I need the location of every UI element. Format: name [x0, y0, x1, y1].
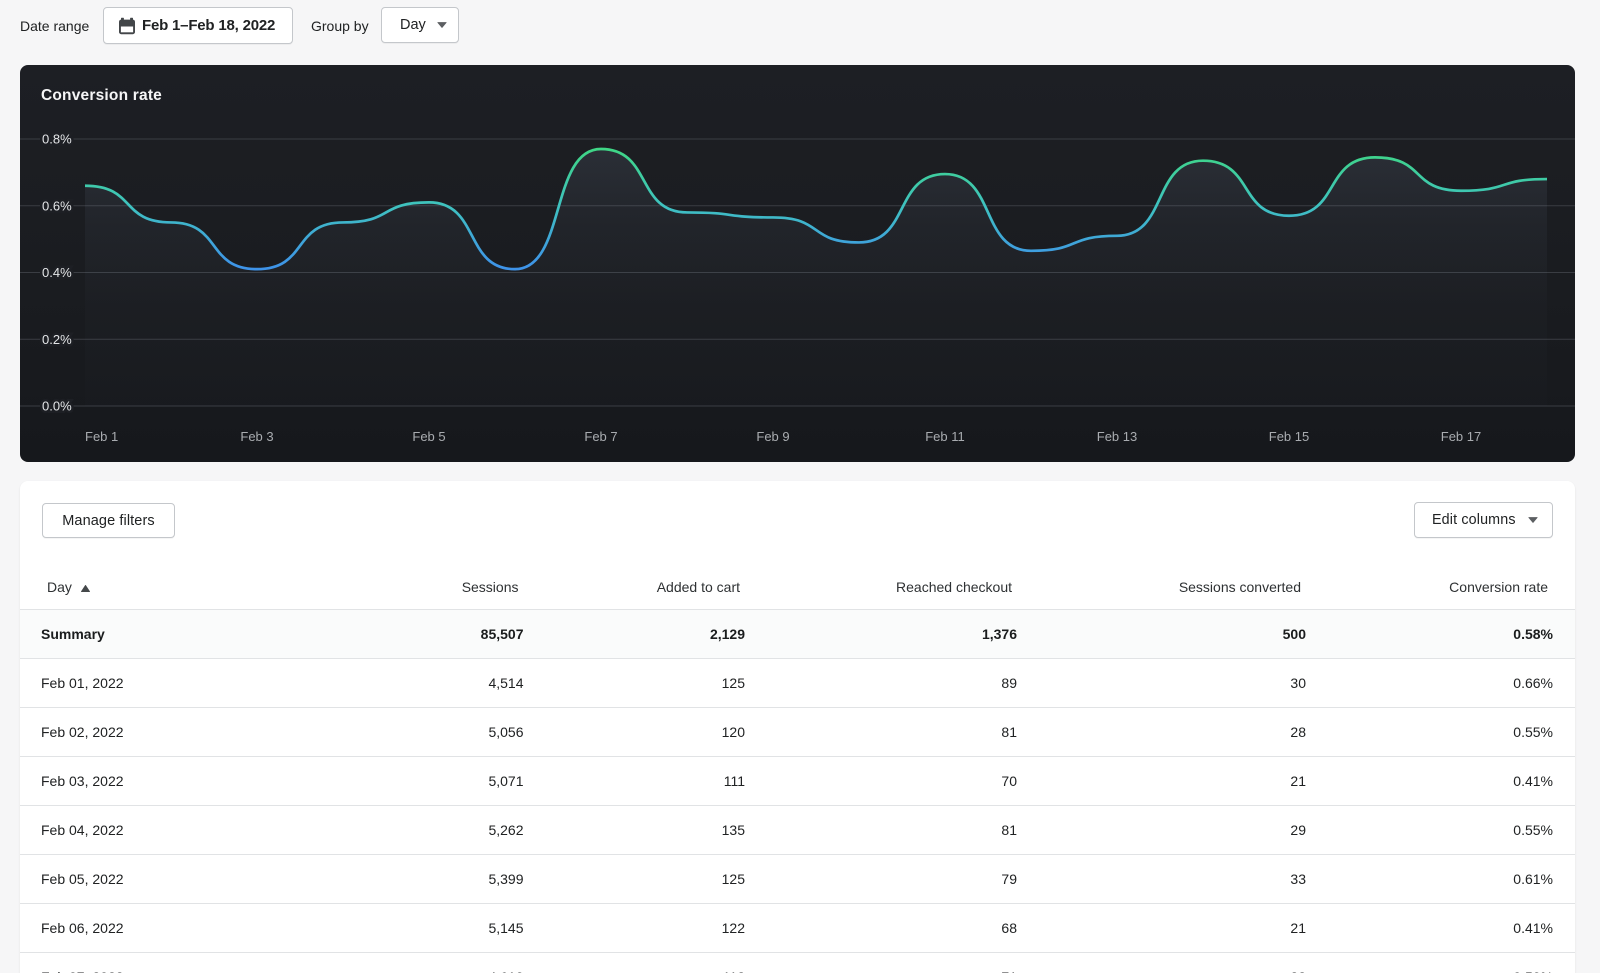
- svg-text:Feb 13: Feb 13: [1097, 429, 1137, 444]
- svg-text:Feb 5: Feb 5: [412, 429, 445, 444]
- svg-text:Feb 3: Feb 3: [240, 429, 273, 444]
- svg-text:Feb 9: Feb 9: [756, 429, 789, 444]
- svg-text:Feb 11: Feb 11: [925, 429, 965, 444]
- svg-text:Feb 1: Feb 1: [85, 429, 118, 444]
- svg-text:Feb 7: Feb 7: [584, 429, 617, 444]
- svg-text:0.0%: 0.0%: [42, 399, 72, 414]
- svg-text:0.6%: 0.6%: [42, 198, 72, 213]
- svg-text:Feb 17: Feb 17: [1441, 429, 1481, 444]
- svg-text:0.4%: 0.4%: [42, 265, 72, 280]
- svg-text:0.2%: 0.2%: [42, 332, 72, 347]
- svg-text:Feb 15: Feb 15: [1269, 429, 1309, 444]
- svg-text:0.8%: 0.8%: [42, 132, 72, 147]
